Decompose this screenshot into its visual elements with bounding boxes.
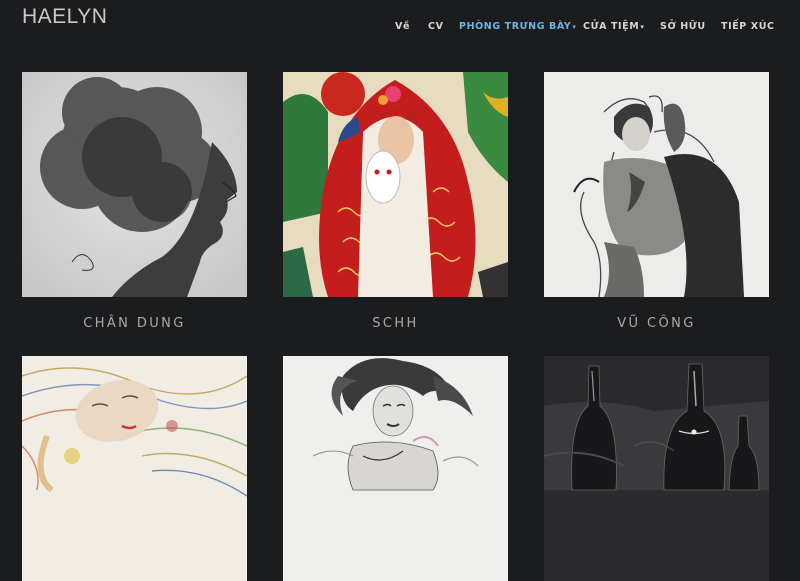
nav-item-shop[interactable]: Cửa tiệm▾ [583, 21, 644, 32]
gallery-tile [544, 356, 769, 581]
gallery-tile [22, 356, 247, 581]
gallery-tile: Vũ công [544, 72, 769, 331]
nav-item-gallery-label: Phòng trưng bày [459, 21, 572, 32]
nav-item-ownership-label: Sở hữu [660, 21, 706, 32]
site-logo[interactable]: HAELYN [22, 5, 107, 29]
artwork-thumbnail[interactable] [544, 356, 769, 581]
gallery-tile [283, 356, 508, 581]
artwork-title[interactable]: Vũ công [544, 316, 769, 331]
main-navigation: Về CV Phòng trưng bày▾ Cửa tiệm▾ Sở hữu … [395, 21, 800, 35]
artwork-thumbnail[interactable] [544, 72, 769, 297]
nav-item-ownership[interactable]: Sở hữu [660, 21, 706, 32]
artwork-title[interactable]: SCHH [283, 316, 508, 331]
nav-item-gallery[interactable]: Phòng trưng bày▾ [459, 21, 577, 32]
nav-item-about[interactable]: Về [395, 21, 410, 32]
gallery-tile: Chân dung [22, 72, 247, 331]
artwork-thumbnail[interactable] [283, 356, 508, 581]
artwork-title[interactable]: Chân dung [22, 316, 247, 331]
artwork-thumbnail[interactable] [22, 72, 247, 297]
artwork-thumbnail[interactable] [283, 72, 508, 297]
nav-item-cv[interactable]: CV [428, 21, 444, 32]
gallery-tile: SCHH [283, 72, 508, 331]
nav-item-contact[interactable]: Tiếp xúc [721, 21, 775, 32]
chevron-down-icon: ▾ [640, 23, 645, 31]
chevron-down-icon: ▾ [572, 23, 577, 31]
nav-item-contact-label: Tiếp xúc [721, 21, 775, 32]
nav-item-shop-label: Cửa tiệm [583, 21, 640, 32]
artwork-thumbnail[interactable] [22, 356, 247, 581]
